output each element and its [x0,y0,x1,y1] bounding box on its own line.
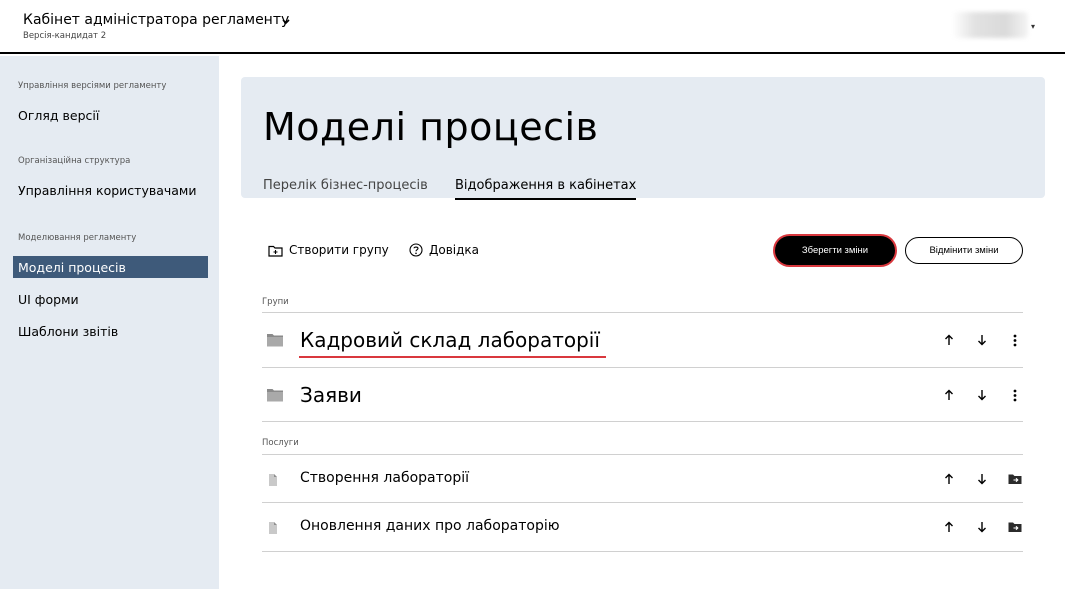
create-group-label: Створити групу [289,243,389,257]
service-row[interactable]: Оновлення даних про лабораторію [262,503,1023,551]
cancel-changes-button[interactable]: Відмінити зміни [905,237,1023,264]
service-name: Створення лабораторії [300,470,470,486]
tab-business-processes[interactable]: Перелік бізнес-процесів [263,178,428,193]
sidebar-item-overview[interactable]: Огляд версії [18,108,99,123]
sidebar-section-org: Організаційна структура [18,156,131,166]
hero-panel: Моделі процесів Перелік бізнес-процесів … [241,77,1045,200]
user-avatar-blurred[interactable] [952,12,1028,38]
file-icon [266,520,280,539]
arrow-down-icon[interactable] [974,332,990,348]
service-row[interactable]: Створення лабораторії [262,455,1023,503]
sidebar: Управління версіями регламенту Огляд вер… [0,56,219,589]
help-button[interactable]: Довідка [409,243,479,257]
group-name: Заяви [300,383,362,407]
sidebar-section-modeling: Моделювання регламенту [18,233,137,243]
arrow-up-icon[interactable] [941,471,957,487]
arrow-up-icon[interactable] [941,332,957,348]
app-menu-chevron-icon[interactable] [281,18,291,29]
page-title: Моделі процесів [263,105,599,149]
group-row[interactable]: Заяви [262,368,1023,422]
move-to-folder-icon[interactable] [1007,471,1023,487]
folder-add-icon [268,244,283,257]
version-subtitle: Версія-кандидат 2 [23,31,107,41]
app-title[interactable]: Кабінет адміністратора регламенту [23,12,289,28]
highlight-underline [299,356,606,358]
help-label: Довідка [429,243,480,257]
divider [262,551,1023,552]
arrow-up-icon[interactable] [941,519,957,535]
sidebar-item-reports[interactable]: Шаблони звітів [18,324,118,339]
sidebar-item-processes[interactable]: Моделі процесів [13,256,208,278]
folder-icon [266,387,284,407]
user-menu-chevron-icon[interactable]: ▾ [1031,22,1035,31]
sidebar-section-versions: Управління версіями регламенту [18,81,167,91]
divider [262,421,1023,422]
move-to-folder-icon[interactable] [1007,519,1023,535]
help-circle-icon [409,243,423,257]
arrow-up-icon[interactable] [941,387,957,403]
file-icon [266,472,280,491]
sidebar-item-users[interactable]: Управління користувачами [18,183,197,198]
save-changes-button[interactable]: Зберегти зміни [775,236,895,265]
arrow-down-icon[interactable] [974,387,990,403]
services-section-label: Послуги [262,438,299,448]
group-row[interactable]: Кадровий склад лабораторії [262,313,1023,367]
more-vertical-icon[interactable] [1007,387,1023,403]
sidebar-item-ui-forms[interactable]: UI форми [18,292,79,307]
group-name: Кадровий склад лабораторії [300,328,600,352]
service-name: Оновлення даних про лабораторію [300,518,560,534]
tab-cabinet-display[interactable]: Відображення в кабінетах [455,178,637,200]
groups-section-label: Групи [262,297,289,307]
arrow-down-icon[interactable] [974,471,990,487]
app-header: Кабінет адміністратора регламенту Версія… [0,0,1065,54]
arrow-down-icon[interactable] [974,519,990,535]
more-vertical-icon[interactable] [1007,332,1023,348]
folder-icon [266,332,284,352]
create-group-button[interactable]: Створити групу [268,243,389,257]
